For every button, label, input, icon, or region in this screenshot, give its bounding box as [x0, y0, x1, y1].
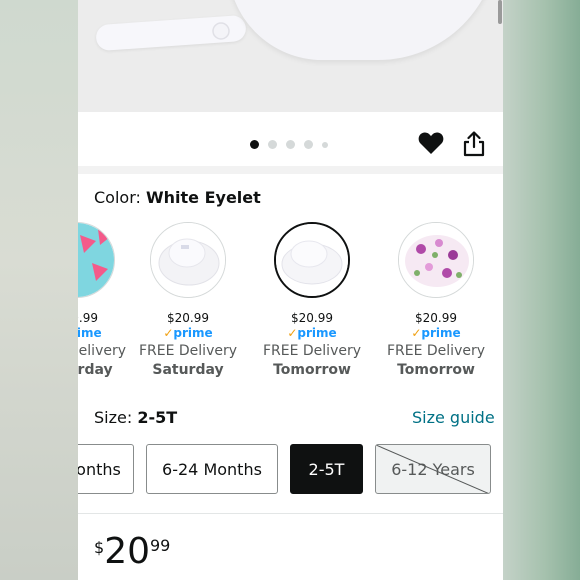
size-option-label: 0-6 Months: [78, 459, 121, 479]
size-label-prefix: Size:: [94, 408, 133, 427]
carousel-dot[interactable]: [286, 140, 295, 149]
size-option-label: 6-12 Years: [391, 459, 475, 479]
swatch-white-solid[interactable]: $20.99 ✓prime FREE Delivery Saturday: [133, 222, 243, 378]
color-label-value: White Eyelet: [145, 188, 261, 207]
prime-badge: ✓prime: [411, 326, 461, 340]
size-option-6-24-months[interactable]: 6-24 Months: [146, 444, 278, 494]
size-option-label: 6-24 Months: [162, 459, 262, 479]
section-divider: [78, 166, 503, 174]
swatch-watermelon[interactable]: $20.99 ✓prime FREE Delivery Saturday: [78, 222, 132, 378]
prime-badge: ✓prime: [287, 326, 337, 340]
prime-badge: ✓prime: [78, 326, 102, 340]
size-label-value: 2-5T: [137, 408, 178, 427]
swatch-white-eyelet[interactable]: $20.99 ✓prime FREE Delivery Tomorrow: [257, 222, 367, 378]
size-option-2-5t[interactable]: 2-5T: [290, 444, 363, 494]
size-guide-link[interactable]: Size guide: [412, 408, 495, 427]
price-fraction: 99: [150, 536, 171, 555]
carousel-dot[interactable]: [250, 140, 259, 149]
carousel-dot[interactable]: [304, 140, 313, 149]
hat-brim-illustration: [228, 0, 498, 60]
size-option-6-12-years[interactable]: 6-12 Years: [375, 444, 491, 494]
swatch-image: [78, 222, 115, 298]
swatch-image: [398, 222, 474, 298]
white-eyelet-hat-image: [276, 224, 348, 296]
background-left: [0, 0, 78, 580]
image-carousel-dots: [250, 140, 328, 149]
size-option-0-6-months[interactable]: 0-6 Months: [78, 444, 134, 494]
swatch-delivery-day: Saturday: [78, 362, 113, 378]
color-label: Color: White Eyelet: [94, 188, 261, 207]
swatch-delivery: FREE Delivery: [386, 343, 486, 359]
background-right: [503, 0, 580, 580]
swatch-price: $20.99: [415, 311, 457, 325]
carousel-dot[interactable]: [268, 140, 277, 149]
swatch-delivery: FREE Delivery: [78, 343, 127, 359]
swatch-delivery: FREE Delivery: [138, 343, 238, 359]
product-price: $ 20 99: [94, 530, 170, 574]
price-currency-symbol: $: [94, 538, 105, 557]
product-image[interactable]: [78, 0, 503, 112]
share-icon[interactable]: [463, 131, 485, 157]
scrollbar[interactable]: [498, 0, 502, 24]
swatch-delivery: FREE Delivery: [262, 343, 362, 359]
white-hat-image: [151, 223, 225, 297]
swatch-delivery-day: Saturday: [152, 362, 224, 378]
carousel-dot[interactable]: [322, 141, 328, 148]
swatch-image: [150, 222, 226, 298]
swatch-delivery-day: Tomorrow: [273, 362, 351, 378]
watermelon-pattern-image: [78, 223, 114, 297]
price-whole: 20: [104, 531, 150, 572]
swatch-image: [274, 222, 350, 298]
product-screen: Color: White Eyelet $20.99 ✓prime FREE D…: [78, 0, 503, 580]
section-divider: [78, 513, 503, 514]
swatch-price: $20.99: [78, 311, 98, 325]
swatch-delivery-day: Tomorrow: [397, 362, 475, 378]
floral-hat-image: [399, 223, 473, 297]
heart-icon[interactable]: [418, 131, 444, 155]
prime-badge: ✓prime: [163, 326, 213, 340]
strap-toggle-illustration: [212, 22, 230, 40]
size-label: Size: 2-5T: [94, 408, 177, 427]
size-option-label: 2-5T: [308, 459, 345, 479]
swatch-floral[interactable]: $20.99 ✓prime FREE Delivery Tomorrow: [381, 222, 491, 378]
swatch-price: $20.99: [291, 311, 333, 325]
color-label-prefix: Color:: [94, 188, 141, 207]
swatch-price: $20.99: [167, 311, 209, 325]
